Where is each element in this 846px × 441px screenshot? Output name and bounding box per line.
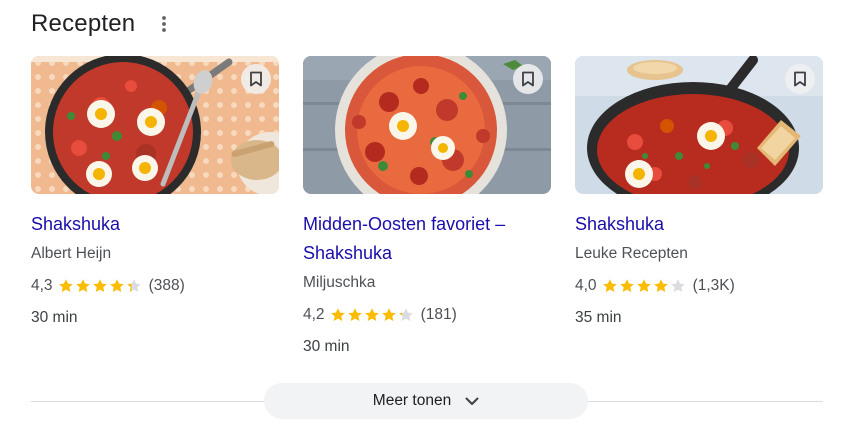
- star-rating: [602, 278, 687, 294]
- recipe-title[interactable]: Shakshuka: [575, 210, 823, 239]
- rating-value: 4,3: [31, 277, 53, 294]
- chevron-down-icon: [465, 397, 479, 406]
- rating-value: 4,2: [303, 306, 325, 323]
- recipe-source: Albert Heijn: [31, 245, 112, 262]
- star-icon: [619, 279, 634, 292]
- recipe-card[interactable]: Shakshuka Leuke Recepten 4,0 (1,3K) 35 m…: [575, 56, 823, 330]
- recipe-image[interactable]: [31, 56, 279, 194]
- recipe-title[interactable]: Shakshuka: [31, 210, 279, 239]
- rating-row: 4,2 (181): [303, 303, 551, 327]
- cook-time: 35 min: [575, 309, 622, 326]
- star-icon: [653, 279, 668, 292]
- star-icon: [670, 279, 685, 292]
- review-count: (388): [148, 277, 185, 294]
- star-rating: [330, 307, 415, 323]
- star-icon: [381, 308, 396, 321]
- cook-time: 30 min: [303, 338, 350, 355]
- review-count: (181): [420, 306, 457, 323]
- recipe-card[interactable]: Midden-Oosten favoriet – Shakshuka Milju…: [303, 56, 551, 359]
- star-icon: [364, 308, 379, 321]
- star-icon: [602, 279, 617, 292]
- recipes-header: Recepten: [31, 6, 173, 42]
- show-more-label: Meer tonen: [372, 392, 452, 409]
- recipe-title[interactable]: Midden-Oosten favoriet – Shakshuka: [303, 210, 551, 268]
- star-icon: [92, 279, 107, 292]
- star-icon: [75, 279, 90, 292]
- star-icon: [330, 308, 345, 321]
- rating-row: 4,0 (1,3K): [575, 274, 823, 298]
- recipe-source: Miljuschka: [303, 274, 376, 291]
- bookmark-icon[interactable]: [241, 64, 271, 94]
- recipe-image[interactable]: [303, 56, 551, 194]
- star-icon: [109, 279, 124, 292]
- section-title: Recepten: [31, 10, 136, 37]
- star-icon: [636, 279, 651, 292]
- recipe-image[interactable]: [575, 56, 823, 194]
- more-vert-icon[interactable]: [155, 12, 173, 36]
- rating-value: 4,0: [575, 277, 597, 294]
- star-icon: [126, 279, 141, 292]
- rating-row: 4,3 (388): [31, 274, 279, 298]
- cook-time: 30 min: [31, 309, 78, 326]
- star-icon: [58, 279, 73, 292]
- show-more-button[interactable]: Meer tonen: [264, 383, 588, 419]
- review-count: (1,3K): [692, 277, 735, 294]
- recipe-card[interactable]: Shakshuka Albert Heijn 4,3 (388) 30 min: [31, 56, 279, 330]
- recipe-source: Leuke Recepten: [575, 245, 688, 262]
- star-icon: [398, 308, 413, 321]
- bookmark-icon[interactable]: [785, 64, 815, 94]
- bookmark-icon[interactable]: [513, 64, 543, 94]
- star-icon: [347, 308, 362, 321]
- star-rating: [58, 278, 143, 294]
